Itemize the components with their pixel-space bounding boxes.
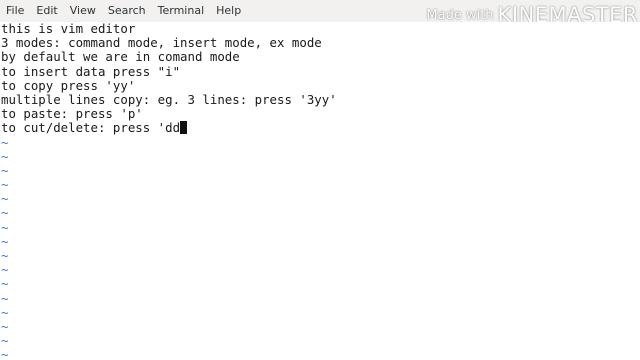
editor-line: to paste: press 'p': [1, 106, 143, 122]
menu-bar: File Edit View Search Terminal Help: [0, 0, 640, 23]
tilde-marker: ~: [1, 205, 9, 221]
tilde-marker: ~: [1, 318, 9, 334]
text-cursor: [180, 121, 188, 135]
tilde-marker: ~: [1, 219, 9, 235]
tilde-marker: ~: [1, 304, 9, 320]
editor-line: this is vim editor: [1, 22, 136, 36]
menu-edit[interactable]: Edit: [30, 0, 63, 22]
tilde-marker: ~: [1, 148, 9, 164]
editor-line: 3 modes: command mode, insert mode, ex m…: [1, 35, 322, 51]
tilde-marker: ~: [1, 134, 9, 150]
editor-line: multiple lines copy: eg. 3 lines: press …: [1, 91, 337, 107]
tilde-marker: ~: [1, 233, 9, 249]
tilde-marker: ~: [1, 347, 9, 360]
editor-line: by default we are in comand mode: [1, 49, 240, 65]
menu-view[interactable]: View: [64, 0, 102, 22]
menu-help[interactable]: Help: [210, 0, 247, 22]
tilde-marker: ~: [1, 191, 9, 207]
current-line-text: to cut/delete: press 'dd: [1, 120, 181, 136]
menu-search[interactable]: Search: [102, 0, 152, 22]
editor-line: to copy press 'yy': [1, 77, 136, 93]
tilde-marker: ~: [1, 177, 9, 193]
menu-terminal[interactable]: Terminal: [152, 0, 211, 22]
editor-line: to insert data press "i": [1, 63, 181, 79]
tilde-marker: ~: [1, 276, 9, 292]
tilde-marker: ~: [1, 162, 9, 178]
tilde-marker: ~: [1, 248, 9, 263]
tilde-marker: ~: [1, 333, 9, 349]
menu-file[interactable]: File: [0, 0, 30, 22]
vim-editor-area[interactable]: this is vim editor 3 modes: command mode…: [0, 22, 640, 360]
tilde-marker: ~: [1, 262, 9, 278]
empty-line-markers: ~ ~ ~ ~ ~ ~ ~ ~ ~ ~ ~ ~ ~ ~ ~ ~: [0, 134, 640, 360]
editor-line-current: to cut/delete: press 'dd: [0, 121, 640, 135]
tilde-marker: ~: [1, 290, 9, 306]
